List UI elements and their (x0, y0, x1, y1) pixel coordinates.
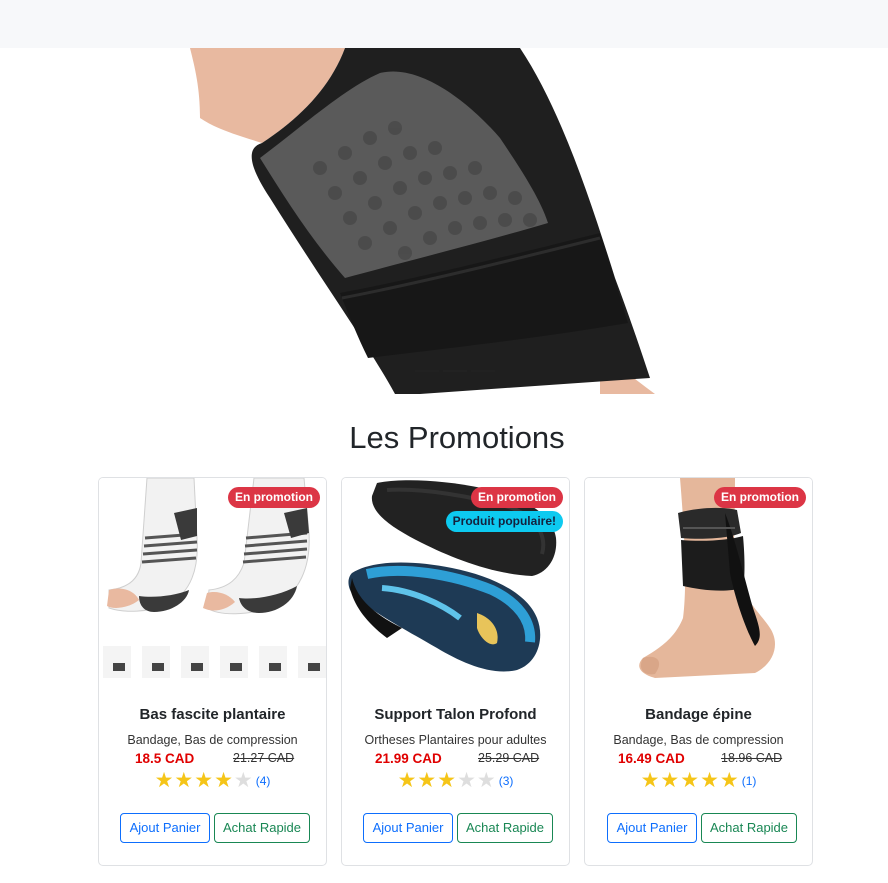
star-icon: ★ (417, 769, 437, 792)
add-to-cart-button[interactable]: Ajout Panier (363, 813, 453, 843)
promo-badge: En promotion (228, 487, 320, 508)
star-icon: ★ (174, 769, 194, 792)
review-count[interactable]: (4) (256, 774, 271, 788)
rating: ★ ★ ★ ★ ★ (3) (342, 770, 569, 792)
original-price: 21.27 CAD (233, 751, 295, 765)
price-row: 18.5 CAD 21.27 CAD (99, 751, 326, 769)
hero-carousel[interactable] (0, 48, 888, 394)
review-count[interactable]: (1) (742, 774, 757, 788)
star-icon: ★ (700, 769, 719, 792)
star-icon: ★ (680, 769, 700, 792)
price-row: 21.99 CAD 25.29 CAD (342, 751, 569, 769)
add-to-cart-button[interactable]: Ajout Panier (120, 813, 210, 843)
product-card[interactable]: En promotion Bandage épine Bandage, Bas … (584, 477, 813, 866)
product-image[interactable]: En promotion (99, 478, 326, 681)
product-category: Bandage, Bas de compression (127, 733, 298, 747)
promo-badge: En promotion (714, 487, 806, 508)
sale-price: 16.49 CAD (618, 751, 685, 766)
carousel-indicator-1[interactable] (415, 370, 439, 372)
star-empty-icon: ★ (233, 769, 253, 792)
rating: ★ ★ ★ ★ ★ (4) (99, 770, 326, 792)
star-empty-icon: ★ (476, 769, 496, 792)
product-title[interactable]: Support Talon Profond (342, 706, 569, 723)
product-image[interactable]: En promotion Produit populaire! (342, 478, 569, 681)
carousel-indicator-3[interactable] (471, 370, 495, 372)
section-title: Les Promotions (349, 420, 565, 455)
popular-badge: Produit populaire! (445, 511, 563, 532)
top-navbar (0, 0, 888, 48)
product-title[interactable]: Bas fascite plantaire (99, 706, 326, 723)
product-image[interactable]: En promotion (585, 478, 812, 681)
price-row: 16.49 CAD 18.96 CAD (585, 751, 812, 769)
product-card[interactable]: En promotion Bas fascite plantaire Banda… (98, 477, 327, 866)
sale-price: 21.99 CAD (375, 751, 442, 766)
star-icon: ★ (397, 769, 417, 792)
review-count[interactable]: (3) (499, 774, 514, 788)
original-price: 18.96 CAD (721, 751, 783, 765)
star-icon: ★ (194, 769, 214, 792)
carousel-indicators (415, 370, 495, 372)
product-card[interactable]: En promotion Produit populaire! Support … (341, 477, 570, 866)
star-icon: ★ (214, 769, 233, 792)
product-category: Bandage, Bas de compression (613, 733, 784, 747)
wrist-brace-banner-image (190, 48, 655, 394)
carousel-indicator-2[interactable] (443, 370, 467, 372)
product-title[interactable]: Bandage épine (585, 706, 812, 723)
star-icon: ★ (640, 769, 660, 792)
sale-price: 18.5 CAD (135, 751, 195, 766)
add-to-cart-button[interactable]: Ajout Panier (607, 813, 697, 843)
promo-badge: En promotion (471, 487, 563, 508)
quick-buy-button[interactable]: Achat Rapide (701, 813, 797, 843)
original-price: 25.29 CAD (478, 751, 540, 765)
star-empty-icon: ★ (457, 769, 476, 792)
star-icon: ★ (719, 769, 739, 792)
star-icon: ★ (154, 769, 174, 792)
product-category: Ortheses Plantaires pour adultes (364, 733, 547, 747)
rating: ★ ★ ★ ★ ★ (1) (585, 770, 812, 792)
star-icon: ★ (437, 769, 457, 792)
star-icon: ★ (660, 769, 680, 792)
quick-buy-button[interactable]: Achat Rapide (214, 813, 310, 843)
quick-buy-button[interactable]: Achat Rapide (457, 813, 553, 843)
